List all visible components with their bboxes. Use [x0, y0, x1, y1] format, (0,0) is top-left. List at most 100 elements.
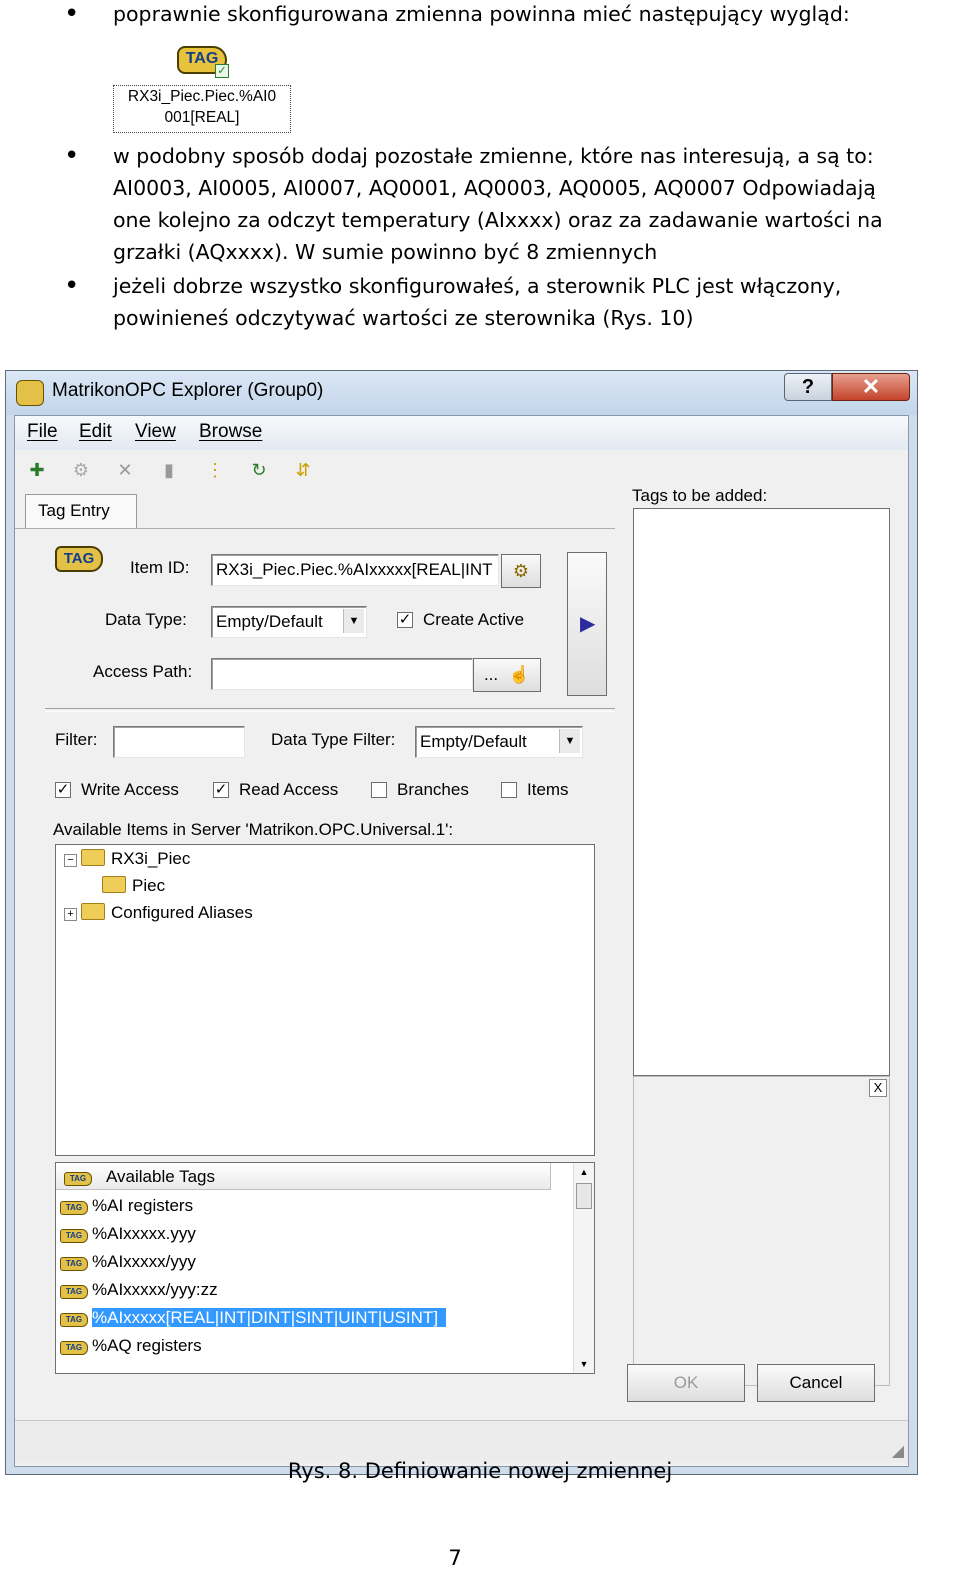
tree-item-configured-aliases[interactable]: + Configured Aliases — [64, 903, 253, 923]
delete-icon[interactable]: ✕ — [113, 458, 137, 482]
tag-sort-icon[interactable]: ⇵ — [291, 458, 315, 482]
available-items-label: Available Items in Server 'Matrikon.OPC.… — [53, 820, 454, 839]
chevron-down-icon[interactable]: ▼ — [559, 729, 580, 753]
tab-tag-entry[interactable]: Tag Entry — [25, 494, 137, 529]
write-access-label: Write Access — [81, 780, 179, 799]
scroll-down-icon[interactable]: ▼ — [574, 1355, 594, 1373]
tag-row[interactable]: TAG %AIxxxxx/yyy:zz — [60, 1277, 218, 1303]
available-tags-header[interactable]: TAG Available Tags — [56, 1163, 551, 1190]
data-type-select[interactable]: Empty/Default ▼ — [211, 606, 367, 638]
bullet-2-line-2: AI0003, AI0005, AI0007, AQ0001, AQ0003, … — [113, 176, 876, 200]
add-tag-icon[interactable]: ✚ — [25, 458, 49, 482]
write-access-checkbox[interactable]: ✓ — [55, 782, 71, 798]
cancel-button[interactable]: Cancel — [757, 1364, 875, 1402]
add-to-list-button[interactable]: ▶ — [567, 552, 607, 696]
scroll-up-icon[interactable]: ▲ — [574, 1163, 594, 1181]
read-access-checkbox[interactable]: ✓ — [213, 782, 229, 798]
tag-icon: TAG — [60, 1229, 88, 1243]
tag-icon: TAG — [55, 546, 103, 572]
arrow-right-icon: ▶ — [580, 613, 596, 635]
menu-bar: File Edit View Browse — [15, 416, 908, 450]
title-bar: MatrikonOPC Explorer (Group0) ? ✕ — [6, 371, 917, 415]
tag-row[interactable]: TAG %AIxxxxx/yyy — [60, 1249, 196, 1275]
bullet-1-text: poprawnie skonfigurowana zmienna powinna… — [113, 2, 850, 26]
panel-close-icon[interactable]: X — [869, 1079, 887, 1097]
create-active-checkbox[interactable]: ✓ — [397, 612, 413, 628]
tag-row[interactable]: TAG %AQ registers — [60, 1333, 202, 1359]
menu-view[interactable]: View — [135, 421, 176, 443]
matrikon-window: MatrikonOPC Explorer (Group0) ? ✕ File E… — [5, 370, 918, 1475]
item-id-label: Item ID: — [130, 558, 190, 577]
tag-preview: TAG ✓ RX3i_Piec.Piec.%AI0 001[REAL] — [113, 44, 291, 136]
folder-open-icon — [102, 876, 126, 893]
tag-icon: TAG — [64, 1172, 92, 1186]
clipboard-icon[interactable]: ▮ — [157, 458, 181, 482]
hand-icon: ☝ — [508, 665, 531, 684]
ok-button[interactable]: OK — [627, 1364, 745, 1402]
access-path-field[interactable] — [211, 658, 473, 690]
separator — [45, 708, 615, 712]
chevron-down-icon[interactable]: ▼ — [343, 609, 364, 633]
tags-panel-lower: X — [633, 1076, 890, 1386]
menu-file[interactable]: File — [27, 421, 58, 443]
tag-row[interactable]: TAG %AIxxxxx.yyy — [60, 1221, 196, 1247]
close-button[interactable]: ✕ — [832, 373, 910, 401]
tree-item-piec[interactable]: Piec — [98, 876, 165, 896]
tag-row[interactable]: TAG %AI registers — [60, 1193, 193, 1219]
data-type-filter-select[interactable]: Empty/Default ▼ — [415, 726, 583, 758]
bullet-3-line-2: powinieneś odczytywać wartości ze sterow… — [113, 306, 694, 330]
browse-icon: ⚙ — [512, 561, 530, 581]
window-title: MatrikonOPC Explorer (Group0) — [52, 380, 324, 401]
bullet-2-line-3: one kolejno za odczyt temperatury (AIxxx… — [113, 208, 883, 232]
help-button[interactable]: ? — [784, 373, 832, 401]
menu-edit[interactable]: Edit — [79, 421, 112, 443]
bullet-2-line-4: grzałki (AQxxxx). W sumie powinno być 8 … — [113, 240, 658, 264]
status-bar: ◢ — [15, 1420, 908, 1463]
scroll-thumb[interactable] — [576, 1183, 592, 1209]
page-number: 7 — [448, 1546, 462, 1570]
tag-label: RX3i_Piec.Piec.%AI0 001[REAL] — [113, 85, 291, 133]
available-tags-list[interactable]: TAG Available Tags ▲ ▼ TAG %AI registers T… — [55, 1162, 595, 1374]
tag-icon: TAG — [60, 1313, 88, 1327]
tree-icon[interactable]: ⋮ — [203, 458, 227, 482]
folder-icon — [81, 849, 105, 866]
branches-checkbox[interactable] — [371, 782, 387, 798]
tab-panel-line — [15, 528, 615, 529]
filter-field[interactable] — [113, 726, 245, 758]
app-icon — [16, 380, 44, 406]
folder-icon — [81, 903, 105, 920]
bullet-3-line-1: jeżeli dobrze wszystko skonfigurowałeś, … — [113, 274, 842, 298]
bullet-2-line-1: w podobny sposób dodaj pozostałe zmienne… — [113, 144, 874, 168]
client-area: File Edit View Browse ✚ ⚙ ✕ ▮ ⋮ ↻ ⇵ Tag … — [14, 415, 909, 1467]
tag-icon: TAG — [60, 1257, 88, 1271]
tags-to-be-added-list[interactable] — [633, 508, 890, 1076]
create-active-label: Create Active — [423, 610, 525, 629]
tree-item-rx3i-piec[interactable]: − RX3i_Piec — [64, 849, 190, 869]
data-type-filter-label: Data Type Filter: — [271, 730, 396, 749]
tags-to-be-added-label: Tags to be added: — [632, 486, 768, 505]
access-path-dots-button[interactable]: ... ☝ — [473, 658, 541, 692]
item-id-field[interactable]: RX3i_Piec.Piec.%AIxxxxx[REAL|INT — [211, 554, 499, 586]
figure-caption: Rys. 8. Definiowanie nowej zmiennej — [287, 1459, 673, 1483]
tag-row-selected[interactable]: TAG %AIxxxxx[REAL|INT|DINT|SINT|UINT|USIN… — [60, 1305, 447, 1331]
properties-icon[interactable]: ⚙ — [69, 458, 93, 482]
items-label: Items — [527, 780, 569, 799]
data-type-label: Data Type: — [105, 610, 187, 629]
bullet-marker: • — [64, 141, 80, 171]
resize-grip-icon[interactable]: ◢ — [892, 1441, 904, 1461]
items-checkbox[interactable] — [501, 782, 517, 798]
menu-browse[interactable]: Browse — [199, 421, 262, 443]
expand-icon[interactable]: + — [64, 908, 77, 921]
collapse-icon[interactable]: − — [64, 854, 77, 867]
tag-icon: TAG — [60, 1201, 88, 1215]
tag-icon: TAG — [60, 1285, 88, 1299]
refresh-icon[interactable]: ↻ — [247, 458, 271, 482]
browse-item-button[interactable]: ⚙ — [501, 554, 541, 588]
bullet-marker: • — [64, 0, 80, 29]
tag-icon: TAG — [60, 1341, 88, 1355]
server-tree[interactable]: − RX3i_Piec Piec + Configured Aliases — [55, 844, 595, 1156]
scrollbar[interactable]: ▲ ▼ — [573, 1163, 594, 1373]
read-access-label: Read Access — [239, 780, 339, 799]
check-icon: ✓ — [215, 64, 229, 78]
filter-label: Filter: — [55, 730, 98, 749]
